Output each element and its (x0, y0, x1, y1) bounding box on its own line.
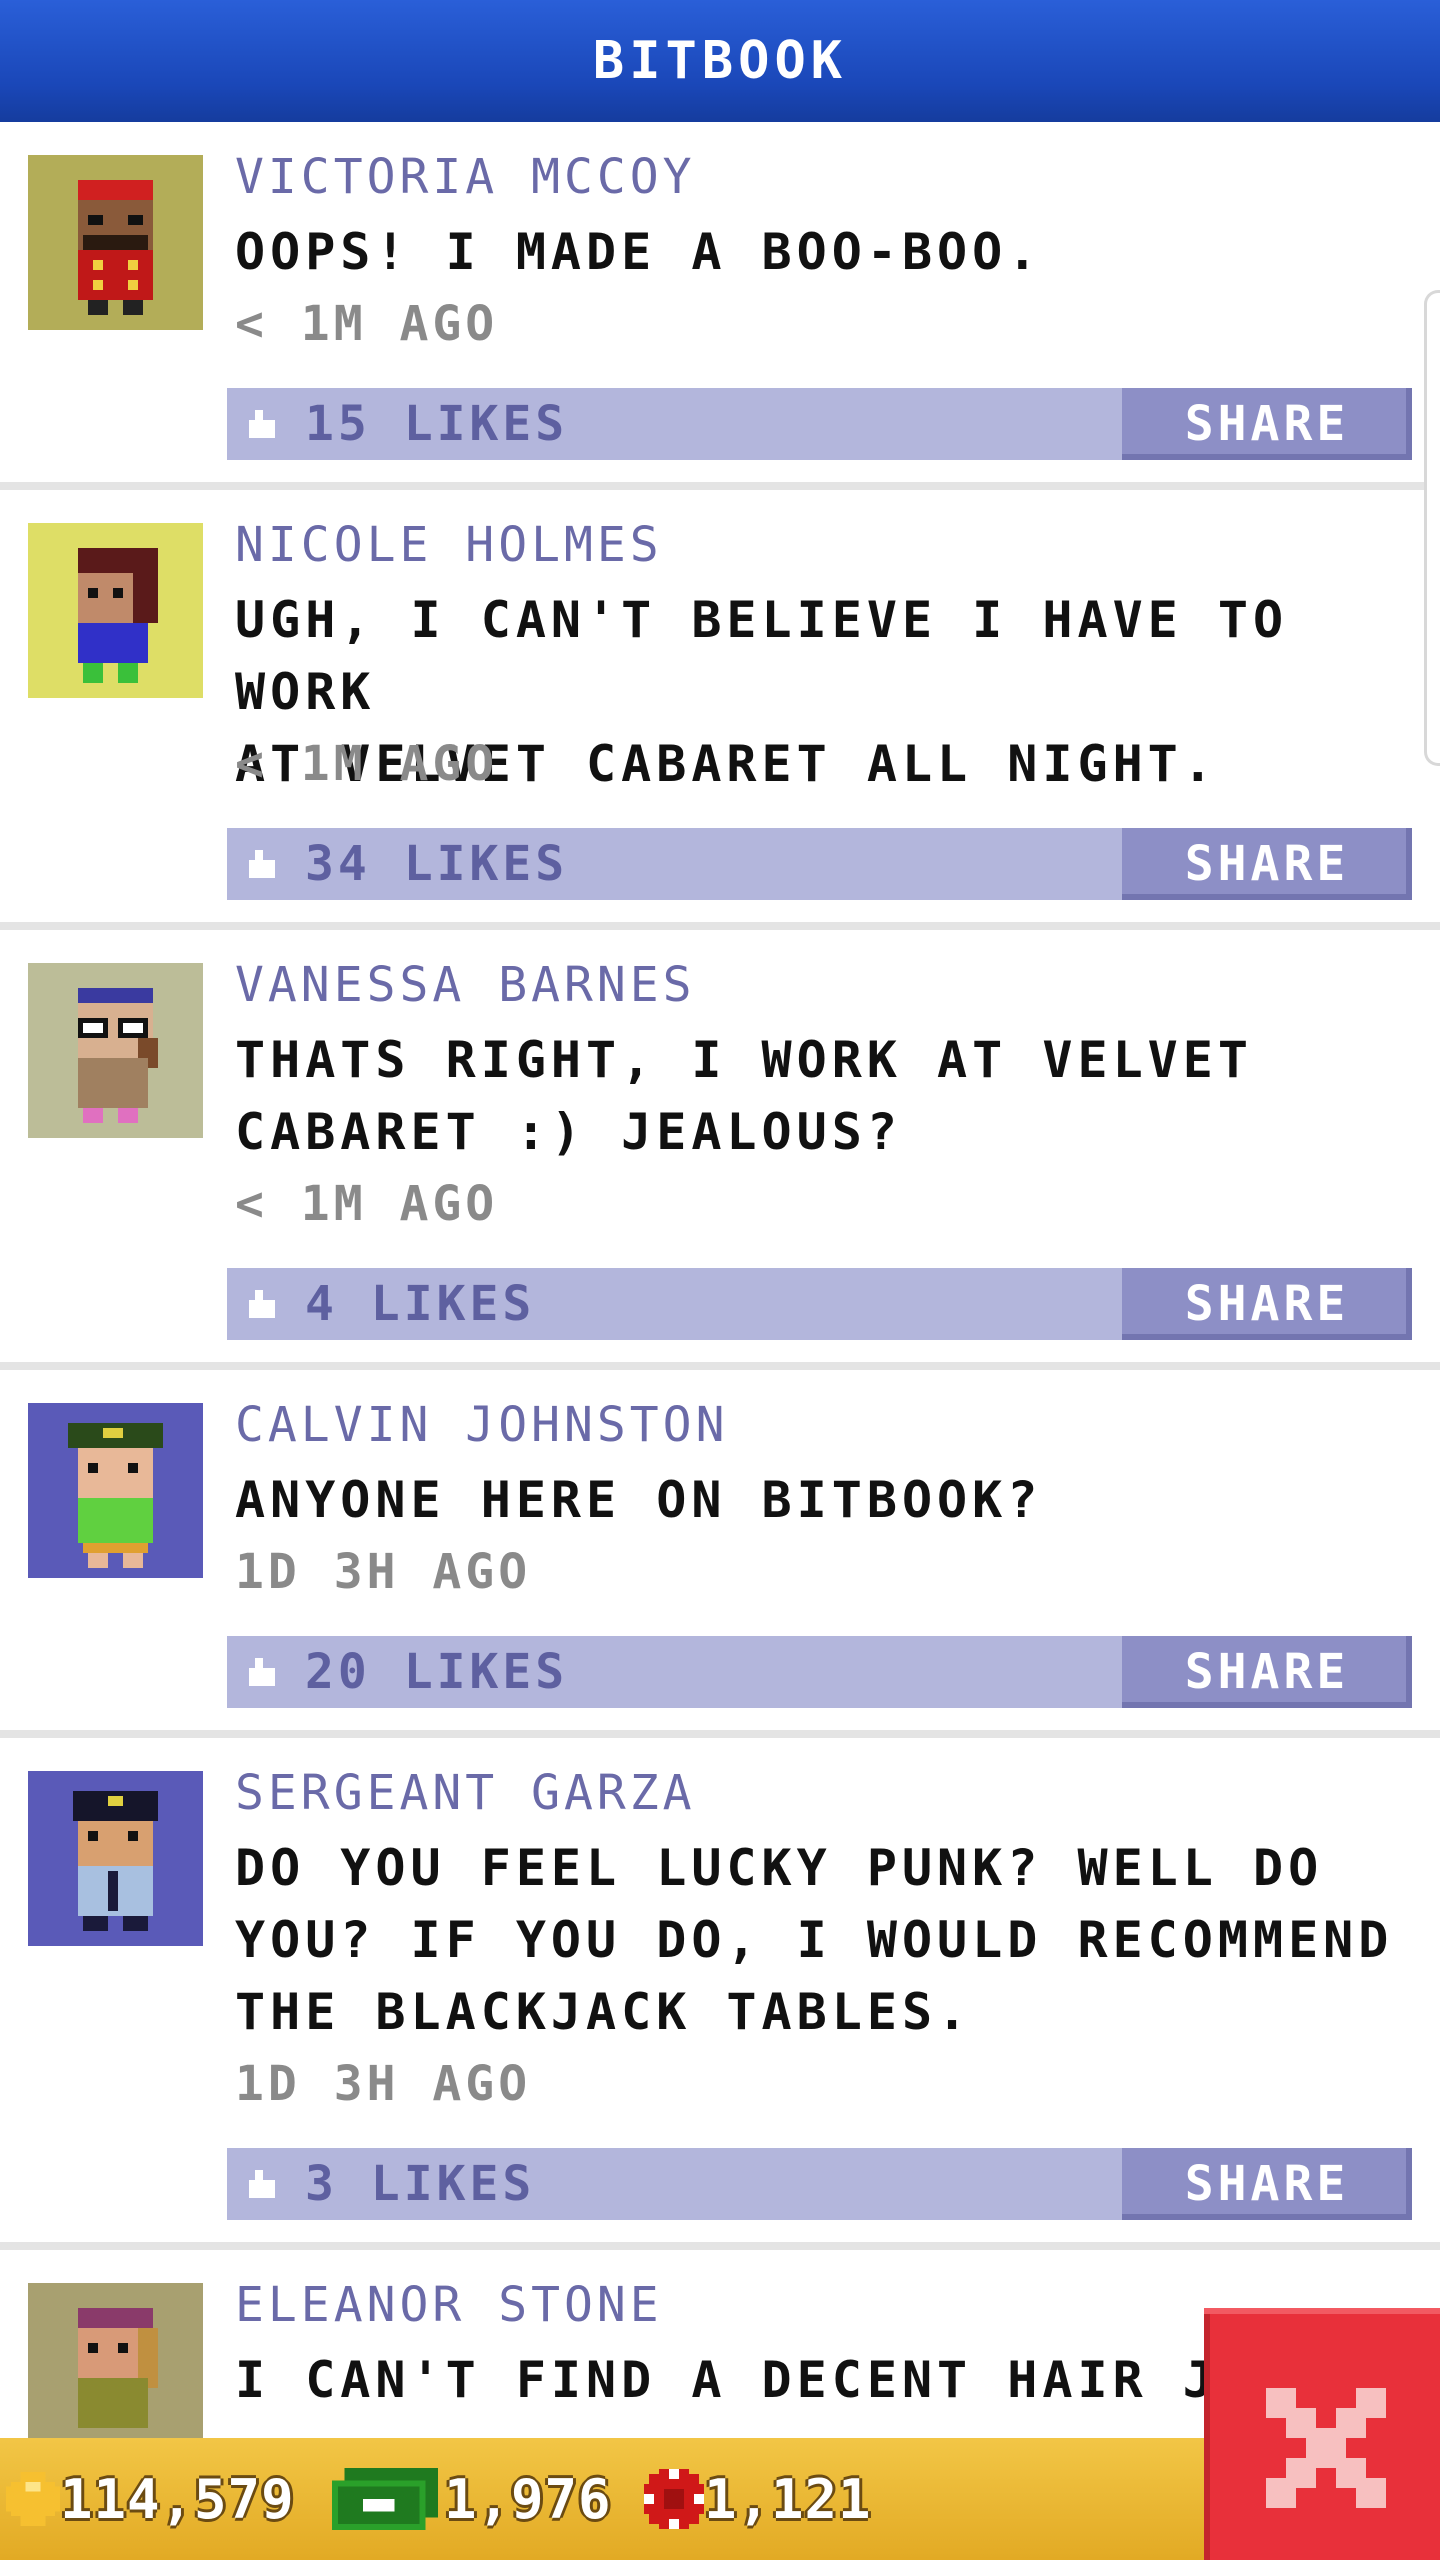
cash-icon (332, 2467, 438, 2531)
like-count[interactable]: 20 LIKES (305, 1636, 568, 1708)
share-button[interactable]: SHARE (1122, 2148, 1412, 2220)
girl-avatar-icon[interactable] (28, 523, 203, 698)
cap-boy-avatar-icon[interactable] (28, 1403, 203, 1578)
like-bar: 15 LIKES SHARE (227, 388, 1412, 460)
post-divider (0, 1730, 1440, 1738)
poster-name[interactable]: VANESSA BARNES (235, 950, 1395, 1020)
share-button[interactable]: SHARE (1122, 388, 1412, 460)
post-card: VICTORIA MCCOY OOPS! I MADE A BOO-BOO. <… (0, 122, 1440, 482)
tokens-counter: 1,121 (644, 2438, 872, 2560)
post-card: VANESSA BARNES THATS RIGHT, I WORK AT VE… (0, 930, 1440, 1362)
poster-name[interactable]: NICOLE HOLMES (235, 510, 1395, 580)
share-button[interactable]: SHARE (1122, 1268, 1412, 1340)
bux-value: 1,976 (444, 2467, 612, 2531)
bellhop-avatar-icon[interactable] (28, 155, 203, 330)
like-count[interactable]: 3 LIKES (305, 2148, 535, 2220)
app-title: BITBOOK (592, 31, 848, 91)
glasses-woman-avatar-icon[interactable] (28, 963, 203, 1138)
post-card: CALVIN JOHNSTON ANYONE HERE ON BITBOOK? … (0, 1370, 1440, 1730)
post-time: < 1M AGO (235, 1176, 499, 1232)
coins-counter: 114,579 (6, 2438, 295, 2560)
post-divider (0, 1362, 1440, 1370)
like-count[interactable]: 4 LIKES (305, 1268, 535, 1340)
share-button[interactable]: SHARE (1122, 828, 1412, 900)
like-bar: 34 LIKES SHARE (227, 828, 1412, 900)
post-divider (0, 922, 1440, 930)
like-icon[interactable] (245, 2170, 279, 2198)
app-header: BITBOOK (0, 0, 1440, 122)
post-divider (0, 482, 1440, 490)
like-icon[interactable] (245, 1658, 279, 1686)
bux-counter: 1,976 (332, 2438, 612, 2560)
post-time: < 1M AGO (235, 736, 499, 792)
share-button[interactable]: SHARE (1122, 1636, 1412, 1708)
casino-chip-icon (644, 2469, 704, 2529)
post-message: DO YOU FEEL LUCKY PUNK? WELL DO YOU? IF … (235, 1839, 1394, 2041)
poster-name[interactable]: CALVIN JOHNSTON (235, 1390, 1395, 1460)
like-bar: 20 LIKES SHARE (227, 1636, 1412, 1708)
post-time: 1D 3H AGO (235, 1544, 532, 1600)
post-message: THATS RIGHT, I WORK AT VELVET CABARET :)… (235, 1031, 1253, 1161)
post-time: 1D 3H AGO (235, 2056, 532, 2112)
post-message: OOPS! I MADE A BOO-BOO. (235, 223, 1043, 281)
like-icon[interactable] (245, 410, 279, 438)
post-card: SERGEANT GARZA DO YOU FEEL LUCKY PUNK? W… (0, 1738, 1440, 2242)
side-scroll-handle[interactable] (1424, 290, 1440, 766)
police-officer-avatar-icon[interactable] (28, 1771, 203, 1946)
like-bar: 4 LIKES SHARE (227, 1268, 1412, 1340)
poster-name[interactable]: VICTORIA MCCOY (235, 142, 1395, 212)
post-feed[interactable]: VICTORIA MCCOY OOPS! I MADE A BOO-BOO. <… (0, 122, 1440, 2438)
coins-value: 114,579 (60, 2467, 295, 2531)
like-icon[interactable] (245, 1290, 279, 1318)
post-card: NICOLE HOLMES UGH, I CAN'T BELIEVE I HAV… (0, 490, 1440, 922)
poster-name[interactable]: SERGEANT GARZA (235, 1758, 1395, 1828)
coin-icon (6, 2472, 60, 2526)
tokens-value: 1,121 (704, 2467, 872, 2531)
post-message: ANYONE HERE ON BITBOOK? (235, 1471, 1043, 1529)
close-button[interactable] (1204, 2308, 1440, 2560)
like-bar: 3 LIKES SHARE (227, 2148, 1412, 2220)
like-icon[interactable] (245, 850, 279, 878)
post-time: < 1M AGO (235, 296, 499, 352)
close-icon (1266, 2388, 1386, 2508)
woman-avatar-icon[interactable] (28, 2283, 203, 2438)
post-divider (0, 2242, 1440, 2250)
like-count[interactable]: 34 LIKES (305, 828, 568, 900)
like-count[interactable]: 15 LIKES (305, 388, 568, 460)
